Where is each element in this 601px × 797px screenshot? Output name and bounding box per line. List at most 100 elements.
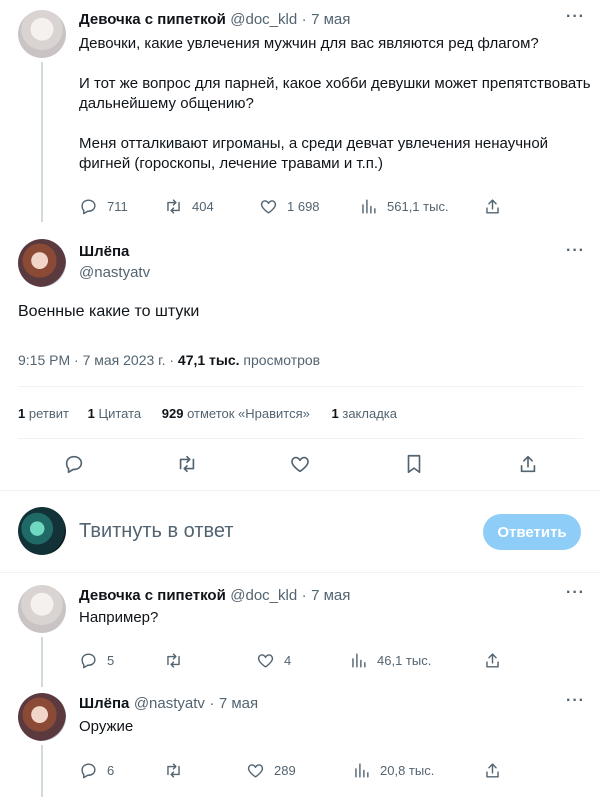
likes-stat[interactable]: 929 отметок «Нравится»	[162, 406, 310, 421]
reply-input[interactable]: Твитнуть в ответ	[79, 520, 234, 543]
separator: ·	[301, 587, 307, 604]
views-button[interactable]: 20,8 тыс.	[352, 761, 434, 780]
reply-count: 6	[107, 763, 115, 778]
retweet-icon	[179, 455, 195, 473]
tweet-text: Оружие	[79, 718, 134, 735]
retweets-stat[interactable]: 1 ретвит	[18, 406, 69, 421]
author-name[interactable]: Девочка с пипеткой	[79, 587, 226, 604]
tweet-text-line: Девочки, какие увлечения мужчин для вас …	[79, 35, 539, 52]
views-count: 20,8 тыс.	[380, 763, 435, 778]
author-handle[interactable]: @doc_kld	[230, 587, 297, 604]
tweet-timestamp[interactable]: 9:15 PM · 7 мая 2023 г. ·	[18, 352, 178, 368]
reply-button[interactable]: 5	[79, 651, 114, 670]
reply-count: 711	[107, 199, 128, 214]
divider	[0, 572, 601, 573]
reply-button[interactable]: 6	[79, 761, 114, 780]
retweet-button[interactable]: 404	[164, 197, 214, 216]
avatar[interactable]	[18, 10, 66, 58]
reply-icon	[81, 199, 96, 215]
more-icon[interactable]: ···	[566, 242, 585, 260]
tweet-text-line: Меня отталкивают игроманы, а среди девча…	[79, 135, 549, 152]
more-icon[interactable]: ···	[566, 692, 585, 710]
author-handle[interactable]: @doc_kld	[230, 11, 297, 28]
reply-button[interactable]: 711	[79, 197, 128, 216]
tweet-date[interactable]: 7 мая	[311, 11, 350, 28]
retweet-button[interactable]	[164, 761, 183, 780]
share-icon	[486, 653, 499, 668]
more-icon[interactable]: ···	[566, 8, 585, 26]
avatar[interactable]	[18, 507, 66, 555]
avatar[interactable]	[18, 693, 66, 741]
retweet-count: 404	[192, 199, 214, 214]
avatar[interactable]	[18, 239, 66, 287]
like-count: 289	[274, 763, 296, 778]
share-button[interactable]	[483, 197, 502, 216]
author-handle[interactable]: @nastyatv	[134, 695, 205, 712]
views-button[interactable]: 46,1 тыс.	[349, 651, 431, 670]
retweet-icon	[167, 763, 180, 778]
tweet-header: Девочка с пипеткой @doc_kld · 7 мая	[79, 587, 350, 605]
retweet-icon	[167, 653, 180, 668]
divider	[18, 438, 583, 439]
like-icon	[260, 200, 277, 214]
separator: ·	[209, 695, 215, 712]
views-button[interactable]: 561,1 тыс.	[359, 197, 449, 216]
author-name[interactable]: Шлёпа	[79, 695, 129, 712]
like-button[interactable]: 1 698	[259, 197, 320, 216]
views-icon	[362, 199, 376, 214]
thread-line	[41, 637, 43, 687]
reply-icon	[81, 653, 96, 669]
tweet-header: Девочка с пипеткой @doc_kld · 7 мая	[79, 11, 350, 29]
author-name[interactable]: Шлёпа	[79, 243, 129, 260]
tweet-date[interactable]: 7 мая	[219, 695, 258, 712]
like-button[interactable]	[289, 453, 311, 480]
reply-button[interactable]	[63, 453, 85, 480]
share-icon	[520, 455, 536, 473]
share-button[interactable]	[517, 453, 539, 480]
main-tweet-text: Военные какие то штуки	[18, 303, 200, 320]
divider	[0, 490, 601, 491]
bookmark-button[interactable]	[403, 453, 425, 480]
more-icon[interactable]: ···	[566, 584, 585, 602]
quotes-stat[interactable]: 1 Цитата	[88, 406, 142, 421]
retweet-button[interactable]	[164, 651, 183, 670]
bookmark-icon	[407, 454, 421, 474]
share-button[interactable]	[483, 761, 502, 780]
thread-line	[41, 62, 43, 222]
share-button[interactable]	[483, 651, 502, 670]
tweet-header: Шлёпа @nastyatv · 7 мая	[79, 695, 258, 713]
views-count: 47,1 тыс.	[177, 352, 240, 368]
like-icon	[291, 456, 309, 473]
author-name[interactable]: Девочка с пипеткой	[79, 11, 226, 28]
tweet-text-line: И тот же вопрос для парней, какое хобби …	[79, 75, 591, 92]
tweet-text-line: фигней (гороскопы, лечение травами и т.п…	[79, 155, 384, 172]
views-label: просмотров	[239, 352, 321, 368]
reply-count: 5	[107, 653, 115, 668]
tweet-meta: 9:15 PM · 7 мая 2023 г. · 47,1 тыс. прос…	[18, 352, 320, 368]
like-button[interactable]: 289	[246, 761, 296, 780]
like-icon	[257, 654, 274, 668]
tweet-text: Например?	[79, 609, 159, 626]
views-count: 561,1 тыс.	[387, 199, 449, 214]
stats-row: 1 ретвит 1 Цитата 929 отметок «Нравится»…	[18, 406, 397, 421]
like-icon	[247, 764, 264, 778]
bookmarks-stat[interactable]: 1 закладка	[332, 406, 398, 421]
like-button[interactable]: 4	[256, 651, 291, 670]
retweet-icon	[167, 199, 180, 214]
tweet-date[interactable]: 7 мая	[311, 587, 350, 604]
reply-icon	[81, 763, 96, 779]
views-count: 46,1 тыс.	[377, 653, 432, 668]
separator: ·	[301, 11, 307, 28]
like-count: 1 698	[287, 199, 320, 214]
views-icon	[352, 653, 366, 668]
thread-line	[41, 745, 43, 797]
share-icon	[486, 763, 499, 778]
avatar[interactable]	[18, 585, 66, 633]
author-handle[interactable]: @nastyatv	[79, 264, 150, 281]
retweet-button[interactable]	[176, 453, 198, 480]
like-count: 4	[284, 653, 292, 668]
reply-submit-button[interactable]: Ответить	[483, 514, 581, 550]
divider	[18, 386, 583, 387]
views-icon	[355, 763, 369, 778]
reply-icon	[65, 455, 83, 474]
